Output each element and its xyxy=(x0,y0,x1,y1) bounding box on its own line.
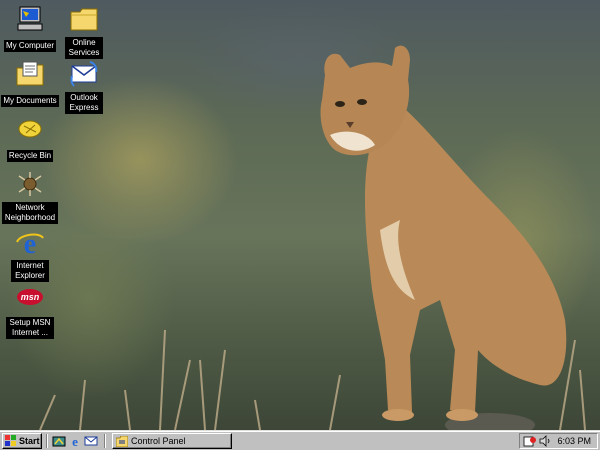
my-documents-icon xyxy=(16,61,44,86)
taskbar-button-control-panel[interactable]: Control Panel xyxy=(112,433,232,449)
start-label: Start xyxy=(19,436,40,446)
desktop-icon-internet-explorer[interactable]: e Internet Explorer xyxy=(0,226,60,283)
task-label: Control Panel xyxy=(131,436,186,446)
desktop-icon-outlook-express[interactable]: Outlook Express xyxy=(54,58,114,115)
svg-text:e: e xyxy=(72,434,78,448)
desktop-icon-setup-msn[interactable]: msn Setup MSN Internet ... xyxy=(0,283,60,340)
clock[interactable]: 6:03 PM xyxy=(557,436,591,446)
taskbar-separator xyxy=(104,434,106,448)
desktop-icon-label: Outlook Express xyxy=(65,92,103,114)
folder-icon xyxy=(70,8,98,31)
scheduler-icon[interactable] xyxy=(523,435,537,447)
desktop-icon-label: Online Services xyxy=(65,37,103,59)
desktop-icon-online-services[interactable]: Online Services xyxy=(54,3,114,60)
recycle-bin-icon xyxy=(18,120,42,138)
desktop-icon-recycle-bin[interactable]: Recycle Bin xyxy=(0,113,60,163)
my-computer-icon xyxy=(17,6,43,31)
desktop-icon-label: My Computer xyxy=(3,40,56,52)
desktop-icon-label: Network Neighborhood xyxy=(2,202,58,224)
desktop-icon-my-documents[interactable]: My Documents xyxy=(0,58,60,108)
internet-explorer-icon: e xyxy=(16,229,44,258)
svg-text:msn: msn xyxy=(21,292,40,302)
desktop-icon-label: My Documents xyxy=(1,95,59,107)
cougar-illustration xyxy=(320,45,567,421)
internet-explorer-icon[interactable]: e xyxy=(68,434,82,448)
desktop-icon-label: Recycle Bin xyxy=(6,150,54,162)
desktop-icon-network-neighborhood[interactable]: Network Neighborhood xyxy=(0,168,60,225)
outlook-express-icon[interactable] xyxy=(84,434,98,448)
windows-logo-icon xyxy=(5,435,16,446)
volume-icon[interactable] xyxy=(539,435,551,447)
msn-icon: msn xyxy=(17,289,43,305)
desktop-icon-label: Setup MSN Internet ... xyxy=(6,317,54,339)
control-panel-icon xyxy=(116,435,128,447)
desktop-icon-my-computer[interactable]: My Computer xyxy=(0,3,60,53)
system-tray: 6:03 PM xyxy=(519,433,598,449)
desktop-icon-label: Internet Explorer xyxy=(11,260,49,282)
svg-text:e: e xyxy=(24,229,36,258)
network-neighborhood-icon xyxy=(18,172,42,196)
start-button[interactable]: Start xyxy=(2,433,42,449)
show-desktop-icon[interactable] xyxy=(52,434,66,448)
taskbar: Start e Control Panel 6:03 PM xyxy=(0,430,600,450)
taskbar-separator xyxy=(46,434,48,448)
outlook-express-icon xyxy=(70,61,98,87)
